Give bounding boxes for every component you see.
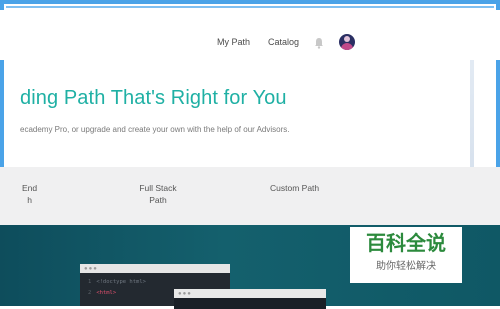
tab-front-end[interactable]: End h xyxy=(22,182,37,206)
nav-catalog[interactable]: Catalog xyxy=(268,37,299,47)
window-controls: ●●● xyxy=(84,266,98,272)
watermark-subtitle: 助你轻松解决 xyxy=(376,261,436,272)
frame-top-line xyxy=(6,6,494,8)
window-controls: ●●● xyxy=(178,291,192,297)
tab-label: Full Stack xyxy=(139,183,177,193)
tab-label: End xyxy=(22,183,38,193)
tab-label: Custom Path xyxy=(270,183,320,193)
avatar[interactable] xyxy=(339,34,355,50)
path-tabs: End h Full Stack Path Custom Path xyxy=(0,167,500,225)
top-nav: My Path Catalog xyxy=(0,10,500,60)
tab-label-line2: h xyxy=(27,195,32,205)
page-subtitle: ecademy Pro, or upgrade and create your … xyxy=(20,125,290,134)
page-title: ding Path That's Right for You xyxy=(20,87,287,109)
tab-label-line2: Path xyxy=(149,195,167,205)
watermark: 百科全说 助你轻松解决 xyxy=(350,227,462,283)
watermark-title: 百科全说 xyxy=(366,233,446,255)
browser-preview-window: ●●● xyxy=(174,289,326,309)
bell-icon[interactable] xyxy=(314,37,324,49)
code-line: 1 <!doctype html> xyxy=(88,279,146,285)
code-line: 2 <html> xyxy=(88,290,117,296)
nav-my-path[interactable]: My Path xyxy=(217,37,250,47)
tab-custom-path[interactable]: Custom Path xyxy=(270,182,319,194)
tab-full-stack[interactable]: Full Stack Path xyxy=(137,182,179,206)
